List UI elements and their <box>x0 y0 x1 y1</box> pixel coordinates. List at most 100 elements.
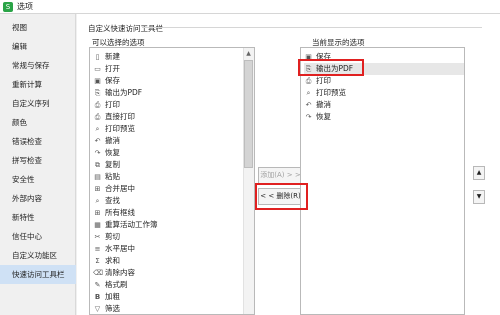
list-item[interactable]: ↷ 恢复 <box>93 147 120 159</box>
new-doc-icon: ▯ <box>95 53 100 61</box>
list-item-label: 求和 <box>105 256 120 265</box>
list-item-label: 保存 <box>105 76 120 85</box>
filter-icon: ▽ <box>94 305 101 313</box>
list-item[interactable]: ⧉ 复制 <box>93 159 120 171</box>
available-options-list[interactable]: ▯ 新建 ▭ 打开 ▣ 保存 ⎘ 输出为PDF ⎙ 打印 ⎙ 直接打印 ⌕ 打印预览 ↶ 撤消 … <box>89 47 255 315</box>
move-down-button[interactable]: ▼ <box>473 190 485 204</box>
list-item-label: 新建 <box>105 52 120 61</box>
highlight-box-delete-button <box>255 183 308 210</box>
list-item-label: 恢复 <box>316 112 331 121</box>
app-logo-icon: S <box>3 2 13 12</box>
list-item-label: 输出为PDF <box>105 88 143 97</box>
nav-item-color[interactable]: 颜色 <box>0 113 76 132</box>
list-item-label: 撤消 <box>105 136 120 145</box>
find-icon: ⌕ <box>95 197 100 205</box>
bold-icon: B <box>94 293 101 301</box>
title-bar <box>0 0 500 14</box>
print-preview-icon: ⌕ <box>306 89 311 97</box>
all-borders-icon: ⊞ <box>94 209 101 217</box>
scrollbar-thumb[interactable] <box>244 60 253 168</box>
highlight-box-pdf-item <box>298 59 364 76</box>
recalc-icon: ▦ <box>94 221 101 229</box>
redo-icon: ↷ <box>305 113 312 121</box>
list-item[interactable]: ⎙ 打印 <box>304 75 331 87</box>
list-item[interactable]: ✂ 剪切 <box>93 231 120 243</box>
list-item-label: 所有框线 <box>105 208 135 217</box>
paste-icon: ▤ <box>94 173 101 181</box>
list-item[interactable]: B 加粗 <box>93 291 120 303</box>
list-item[interactable]: ⎙ 打印 <box>93 99 120 111</box>
list-item-label: 打印预览 <box>316 88 346 97</box>
nav-item-general-save[interactable]: 常规与保存 <box>0 56 76 75</box>
nav-item-new-features[interactable]: 新特性 <box>0 208 76 227</box>
nav-item-quick-access-toolbar[interactable]: 快速访问工具栏 <box>0 265 76 284</box>
scroll-up-arrow-icon[interactable]: ▲ <box>243 48 254 59</box>
list-item-label: 清除内容 <box>105 268 135 277</box>
list-item-label: 打开 <box>105 64 120 73</box>
list-item[interactable]: ⌕ 查找 <box>93 195 120 207</box>
nav-item-security[interactable]: 安全性 <box>0 170 76 189</box>
list-item[interactable]: ⌕ 打印预览 <box>93 123 135 135</box>
options-nav: 视图 编辑 常规与保存 重新计算 自定义序列 颜色 错误检查 拼写检查 安全性 … <box>0 14 76 315</box>
list-item[interactable]: ▣ 保存 <box>93 75 120 87</box>
list-item-label: 打印 <box>316 76 331 85</box>
triangle-down-icon: ▼ <box>476 193 482 200</box>
list-item-label: 水平居中 <box>105 244 135 253</box>
nav-item-external-content[interactable]: 外部内容 <box>0 189 76 208</box>
copy-icon: ⧉ <box>95 161 100 169</box>
list-item[interactable]: ▦ 重算活动工作簿 <box>93 219 157 231</box>
list-item[interactable]: ⌕ 打印预览 <box>304 87 346 99</box>
list-item[interactable]: ↶ 撤消 <box>93 135 120 147</box>
list-item[interactable]: ⊞ 合并居中 <box>93 183 135 195</box>
nav-item-edit[interactable]: 编辑 <box>0 37 76 56</box>
nav-item-recalc[interactable]: 重新计算 <box>0 75 76 94</box>
list-item[interactable]: ↷ 恢复 <box>304 111 331 123</box>
center-align-icon: ≡ <box>94 245 101 253</box>
list-item[interactable]: ⎙ 直接打印 <box>93 111 135 123</box>
list-item-label: 复制 <box>105 160 120 169</box>
list-item[interactable]: ▤ 粘贴 <box>93 171 120 183</box>
list-item[interactable]: ✎ 格式刷 <box>93 279 128 291</box>
merge-center-icon: ⊞ <box>94 185 101 193</box>
direct-print-icon: ⎙ <box>94 113 101 121</box>
list-item[interactable]: ≡ 水平居中 <box>93 243 135 255</box>
undo-icon: ↶ <box>305 101 312 109</box>
open-folder-icon: ▭ <box>94 65 101 73</box>
nav-item-trust-center[interactable]: 信任中心 <box>0 227 76 246</box>
list-item-label: 直接打印 <box>105 112 135 121</box>
list-item[interactable]: ▯ 新建 <box>93 51 120 63</box>
current-options-list[interactable]: ▣ 保存 ⎘ 输出为PDF ⎙ 打印 ⌕ 打印预览 ↶ 撤消 ↷ 恢复 <box>300 47 465 315</box>
nav-item-custom-ribbon[interactable]: 自定义功能区 <box>0 246 76 265</box>
window-title: 选项 <box>17 2 33 11</box>
list-item[interactable]: ↶ 撤消 <box>304 99 331 111</box>
nav-item-error-check[interactable]: 错误检查 <box>0 132 76 151</box>
section-divider <box>142 27 482 28</box>
save-icon: ▣ <box>94 77 101 85</box>
list-item-label: 筛选 <box>105 304 120 313</box>
list-item-label: 格式刷 <box>105 280 128 289</box>
list-item[interactable]: Σ 求和 <box>93 255 120 267</box>
move-up-button[interactable]: ▲ <box>473 166 485 180</box>
print-icon: ⎙ <box>94 101 101 109</box>
undo-icon: ↶ <box>94 137 101 145</box>
list-item[interactable]: ⎘ 输出为PDF <box>93 87 142 99</box>
list-item[interactable]: ⌫ 清除内容 <box>93 267 135 279</box>
print-preview-icon: ⌕ <box>95 125 100 133</box>
clear-icon: ⌫ <box>93 269 103 277</box>
list-item-label: 打印 <box>105 100 120 109</box>
nav-item-view[interactable]: 视图 <box>0 18 76 37</box>
nav-item-spell-check[interactable]: 拼写检查 <box>0 151 76 170</box>
sum-icon: Σ <box>95 257 100 265</box>
format-painter-icon: ✎ <box>94 281 101 289</box>
add-button[interactable]: 添加(A) > > <box>258 167 303 184</box>
list-item-label: 查找 <box>105 196 120 205</box>
list-item-label: 加粗 <box>105 292 120 301</box>
section-title: 自定义快速访问工具栏 <box>88 24 163 33</box>
list-item[interactable]: ▭ 打开 <box>93 63 120 75</box>
redo-icon: ↷ <box>94 149 101 157</box>
list-item[interactable]: ⊞ 所有框线 <box>93 207 135 219</box>
list-item[interactable]: ▽ 筛选 <box>93 303 120 314</box>
triangle-up-icon: ▲ <box>476 169 482 176</box>
nav-item-custom-series[interactable]: 自定义序列 <box>0 94 76 113</box>
list-item-label: 撤消 <box>316 100 331 109</box>
